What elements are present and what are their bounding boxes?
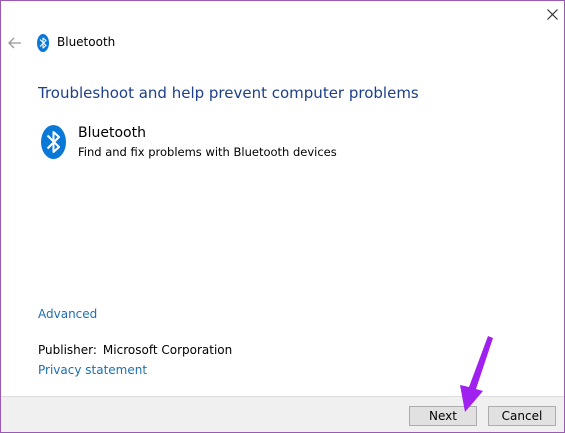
title-bar: Bluetooth (1, 31, 564, 57)
privacy-statement-link[interactable]: Privacy statement (38, 363, 147, 377)
publisher-label: Publisher: (38, 343, 97, 357)
next-button[interactable]: Next (409, 406, 477, 426)
troubleshooter-description: Find and fix problems with Bluetooth dev… (78, 145, 337, 159)
back-arrow-icon (8, 37, 21, 49)
footer-bar: Next Cancel (1, 396, 564, 432)
publisher-info: Publisher: Microsoft Corporation (38, 343, 232, 357)
page-heading: Troubleshoot and help prevent computer p… (38, 84, 419, 102)
window-title: Bluetooth (57, 35, 116, 49)
advanced-link[interactable]: Advanced (38, 307, 97, 321)
bluetooth-icon (41, 125, 66, 159)
troubleshooter-item: Bluetooth Find and fix problems with Blu… (38, 123, 438, 163)
bluetooth-icon (37, 34, 49, 52)
publisher-value: Microsoft Corporation (102, 343, 233, 357)
back-button[interactable] (6, 33, 24, 53)
cancel-button[interactable]: Cancel (488, 406, 556, 426)
close-icon (546, 8, 558, 20)
close-button[interactable] (541, 3, 563, 25)
troubleshooter-window: Bluetooth Troubleshoot and help prevent … (0, 0, 565, 433)
troubleshooter-title: Bluetooth (78, 125, 146, 141)
